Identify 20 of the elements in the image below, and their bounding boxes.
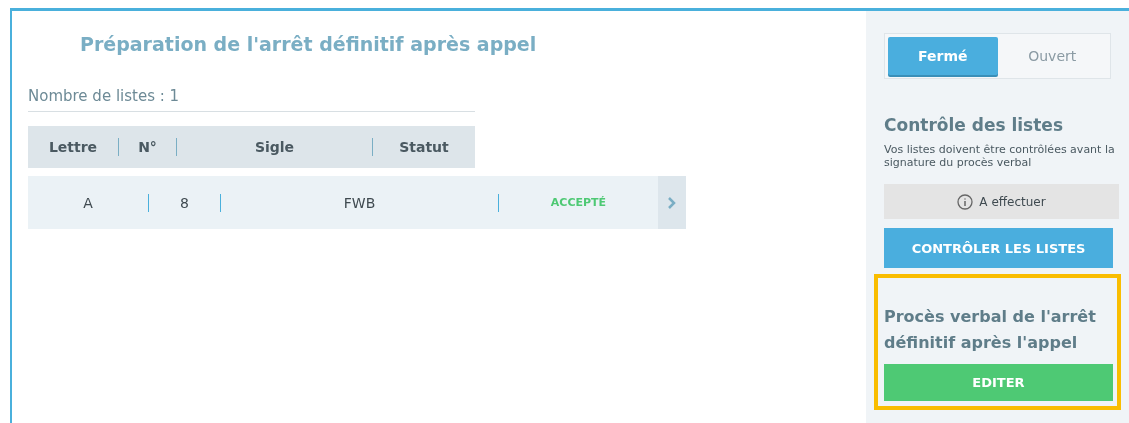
table-cell: 8	[148, 193, 220, 212]
edit-button[interactable]: EDITER	[884, 364, 1113, 401]
section-description: Vos listes doivent être contrôlées avant la signature du procès verbal	[884, 143, 1116, 169]
table-cell-text: A	[82, 193, 94, 212]
column-header: Sigle	[176, 138, 372, 156]
column-header: N°	[118, 138, 176, 156]
toggle-option[interactable]: Ouvert	[997, 37, 1107, 75]
check-lists-button[interactable]: CONTRÔLER LES LISTES	[884, 228, 1113, 268]
table-cell: FWB	[220, 193, 498, 212]
column-header: Statut	[372, 138, 475, 156]
info-icon	[957, 193, 974, 210]
list-count: Nombre de listes : 1	[28, 87, 475, 112]
chevron-right-icon[interactable]	[658, 176, 686, 229]
section-heading: Procès verbal de l'arrêt définitif après l'appel	[884, 306, 1097, 354]
column-header: Lettre	[47, 138, 99, 156]
status-text: A effectuer	[979, 194, 1046, 209]
section-heading: Contrôle des listes	[884, 115, 1064, 135]
toggle-option[interactable]: Fermé	[888, 37, 998, 75]
table-row[interactable]: A 8 FWB ACCEPTÉ	[28, 176, 686, 229]
page-title: Préparation de l'arrêt définitif après appel	[80, 33, 538, 55]
